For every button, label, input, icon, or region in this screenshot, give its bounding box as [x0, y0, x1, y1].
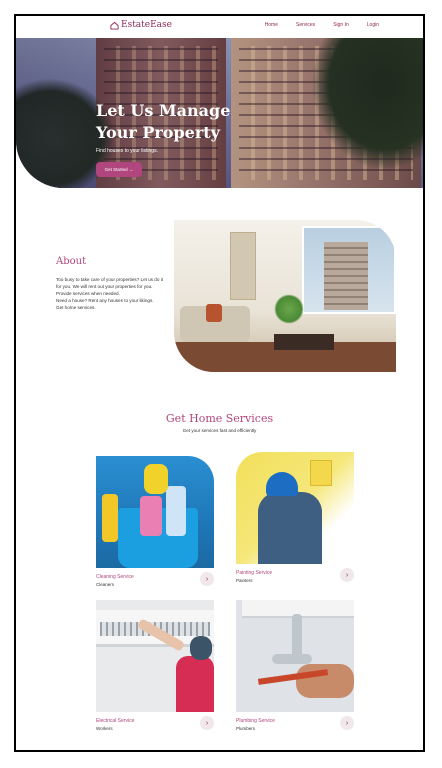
brand-name: EstateEase — [121, 20, 172, 30]
house-icon — [110, 21, 119, 30]
chevron-right-icon[interactable]: › — [340, 716, 354, 730]
service-card-painting[interactable]: Painting Service Painters › — [236, 452, 354, 602]
hero-subtitle: Find houses to your listings. — [96, 148, 158, 154]
about-living-room-image — [174, 220, 396, 372]
page-frame: EstateEase Home Services Sign In Login L… — [14, 14, 425, 752]
plumbing-image — [236, 600, 354, 712]
service-card-electrical[interactable]: Electrical Service Workers › — [96, 600, 214, 750]
about-line: Get home services. — [56, 305, 96, 310]
brand-logo[interactable]: EstateEase — [110, 20, 172, 30]
chevron-right-icon[interactable]: › — [200, 716, 214, 730]
service-name: Electrical Service — [96, 718, 135, 724]
service-name: Plumbing Service — [236, 718, 275, 724]
services-subtitle: Get your services fast and efficiently — [182, 428, 257, 433]
service-role: Workers — [96, 726, 113, 731]
nav-login-link[interactable]: Login — [367, 22, 379, 28]
about-text: Too busy to take care of your properties… — [56, 276, 164, 311]
service-role: Cleaners — [96, 582, 115, 587]
top-navigation: EstateEase Home Services Sign In Login — [16, 16, 423, 38]
service-role: Plumbers — [236, 726, 256, 731]
get-started-button[interactable]: Get Started → — [96, 162, 142, 177]
hero-title: Let Us Manage Your Property — [96, 101, 231, 142]
chevron-right-icon[interactable]: › — [340, 568, 354, 582]
about-title: About — [56, 256, 87, 267]
service-card-cleaning[interactable]: Cleaning Service Cleaners › — [96, 456, 214, 606]
nav-signin-link[interactable]: Sign In — [333, 22, 349, 28]
service-name: Cleaning Service — [96, 574, 134, 580]
about-line: Too busy to take care of your properties… — [56, 277, 163, 296]
nav-services-link[interactable]: Services — [296, 22, 315, 28]
hero-section: Let Us Manage Your Property Find houses … — [16, 38, 423, 188]
cleaning-image — [96, 456, 214, 568]
service-name: Painting Service — [236, 570, 273, 576]
nav-home-link[interactable]: Home — [265, 22, 278, 28]
painting-image — [236, 452, 354, 564]
nav-links: Home Services Sign In Login — [265, 22, 379, 28]
service-role: Painters — [236, 578, 253, 583]
electrical-image — [96, 600, 214, 712]
about-line: Need a house? Rent any houses to your li… — [56, 298, 154, 303]
services-title: Get Home Services — [165, 412, 274, 425]
chevron-right-icon[interactable]: › — [200, 572, 214, 586]
service-card-plumbing[interactable]: Plumbing Service Plumbers › — [236, 600, 354, 750]
